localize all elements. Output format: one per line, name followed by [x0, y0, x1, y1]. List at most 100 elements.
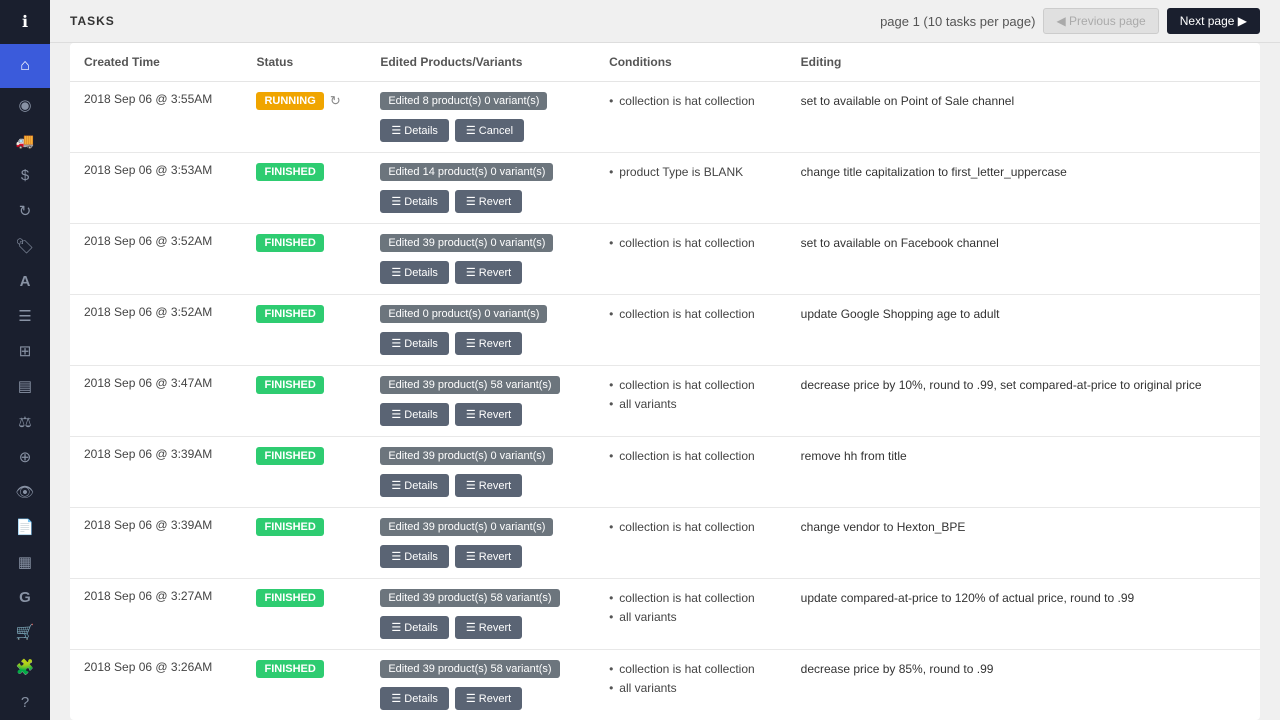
refresh-icon[interactable]: ↻	[330, 93, 341, 109]
details-button[interactable]: ☰ Details	[380, 687, 449, 710]
cell-editing: change title capitalization to first_let…	[787, 153, 1260, 224]
cell-created-time: 2018 Sep 06 @ 3:52AM	[70, 224, 242, 295]
status-badge: FINISHED	[256, 376, 323, 394]
cell-created-time: 2018 Sep 06 @ 3:53AM	[70, 153, 242, 224]
edited-badge: Edited 39 product(s) 0 variant(s)	[380, 518, 553, 536]
cell-conditions: collection is hat collection	[595, 437, 787, 508]
table-row: 2018 Sep 06 @ 3:53AM FINISHED Edited 14 pr…	[70, 153, 1260, 224]
status-badge: FINISHED	[256, 518, 323, 536]
grid-icon[interactable]: ⊞	[0, 334, 50, 369]
status-badge: RUNNING	[256, 92, 323, 110]
cell-editing: set to available on Point of Sale channe…	[787, 82, 1260, 153]
table2-icon[interactable]: ▤	[0, 369, 50, 404]
puzzle-icon[interactable]: 🧩	[0, 650, 50, 685]
table-row: 2018 Sep 06 @ 3:39AM FINISHED Edited 39 pr…	[70, 437, 1260, 508]
revert-button[interactable]: ☰ Revert	[455, 616, 522, 639]
cart-icon[interactable]: 🛒	[0, 615, 50, 650]
table-row: 2018 Sep 06 @ 3:27AMFINISHEDEdited 39 pr…	[70, 579, 1260, 650]
edited-badge: Edited 39 product(s) 58 variant(s)	[380, 376, 559, 394]
revert-button[interactable]: ☰ Revert	[455, 261, 522, 284]
details-button[interactable]: ☰ Details	[380, 119, 449, 142]
rows-icon[interactable]: ▦	[0, 544, 50, 579]
status-badge: FINISHED	[256, 163, 323, 181]
condition-item: all variants	[609, 679, 773, 698]
revert-button[interactable]: ☰ Revert	[455, 687, 522, 710]
cell-conditions: collection is hat collection	[595, 508, 787, 579]
cell-edited: Edited 39 product(s) 0 variant(s)☰ Detai…	[366, 224, 595, 295]
cell-status: FINISHED	[242, 295, 366, 366]
condition-item: collection is hat collection	[609, 92, 773, 111]
status-badge: FINISHED	[256, 589, 323, 607]
list-icon[interactable]: ☰	[0, 299, 50, 334]
pagination-controls: page 1 (10 tasks per page) ◀ Previous pa…	[880, 8, 1260, 34]
info-icon[interactable]: ℹ	[0, 0, 50, 44]
details-button[interactable]: ☰ Details	[380, 190, 449, 213]
status-badge: FINISHED	[256, 234, 323, 252]
tag-icon[interactable]: 🏷	[0, 228, 50, 263]
details-button[interactable]: ☰ Details	[380, 616, 449, 639]
table-row: 2018 Sep 06 @ 3:39AMFINISHEDEdited 39 pr…	[70, 508, 1260, 579]
details-button[interactable]: ☰ Details	[380, 261, 449, 284]
scale-icon[interactable]: ⚖	[0, 404, 50, 439]
cancel-button[interactable]: ☰ Cancel	[455, 119, 524, 142]
condition-item: collection is hat collection	[609, 376, 773, 395]
cell-created-time: 2018 Sep 06 @ 3:39AM	[70, 437, 242, 508]
details-button[interactable]: ☰ Details	[380, 403, 449, 426]
cell-created-time: 2018 Sep 06 @ 3:52AM	[70, 295, 242, 366]
details-button[interactable]: ☰ Details	[380, 545, 449, 568]
circle-icon[interactable]: ◉	[0, 88, 50, 123]
cell-status: FINISHED	[242, 366, 366, 437]
eye-icon[interactable]: 👁	[0, 474, 50, 509]
revert-button[interactable]: ☰ Revert	[455, 403, 522, 426]
pagination-info: page 1 (10 tasks per page)	[880, 14, 1035, 29]
cell-conditions: collection is hat collection	[595, 224, 787, 295]
doc-icon[interactable]: 📄	[0, 509, 50, 544]
font-icon[interactable]: A	[0, 263, 50, 298]
table-row: 2018 Sep 06 @ 3:26AMFINISHEDEdited 39 pr…	[70, 650, 1260, 720]
cell-status: FINISHED	[242, 508, 366, 579]
cell-status: RUNNING ↻	[242, 82, 366, 153]
g-icon[interactable]: G	[0, 580, 50, 615]
sidebar: ℹ ⌂ ◉ 🚚 $ ↻ 🏷 A ☰ ⊞ ▤ ⚖ ⊕ 👁 📄 ▦ G 🛒 🧩 ?	[0, 0, 50, 720]
cell-edited: Edited 14 product(s) 0 variant(s) ☰ Detai…	[366, 153, 595, 224]
condition-item: product Type is BLANK	[609, 163, 773, 182]
cell-edited: Edited 39 product(s) 58 variant(s)☰ Deta…	[366, 579, 595, 650]
cell-editing: decrease price by 85%, round to .99	[787, 650, 1260, 720]
revert-button[interactable]: ☰ Revert	[455, 190, 522, 213]
next-page-button[interactable]: Next page ▶	[1167, 8, 1260, 34]
condition-item: collection is hat collection	[609, 305, 773, 324]
cell-edited: Edited 39 product(s) 0 variant(s) ☰ Detai…	[366, 437, 595, 508]
truck-icon[interactable]: 🚚	[0, 123, 50, 158]
cell-editing: set to available on Facebook channel	[787, 224, 1260, 295]
edited-badge: Edited 39 product(s) 0 variant(s)	[380, 447, 553, 465]
condition-item: collection is hat collection	[609, 589, 773, 608]
table-row: 2018 Sep 06 @ 3:52AM FINISHED Edited 39 pr…	[70, 224, 1260, 295]
tasks-table: Created Time Status Edited Products/Vari…	[70, 43, 1260, 720]
revert-button[interactable]: ☰ Revert	[455, 474, 522, 497]
status-badge: FINISHED	[256, 447, 323, 465]
cell-edited: Edited 39 product(s) 58 variant(s) ☰ Deta…	[366, 366, 595, 437]
cell-editing: remove hh from title	[787, 437, 1260, 508]
condition-item: collection is hat collection	[609, 447, 773, 466]
dollar-icon[interactable]: $	[0, 158, 50, 193]
home-icon[interactable]: ⌂	[0, 44, 50, 88]
revert-button[interactable]: ☰ Revert	[455, 332, 522, 355]
edited-badge: Edited 14 product(s) 0 variant(s)	[380, 163, 553, 181]
table-header-row: Created Time Status Edited Products/Vari…	[70, 43, 1260, 82]
edited-badge: Edited 39 product(s) 58 variant(s)	[380, 660, 559, 678]
nav-icon[interactable]: ⊕	[0, 439, 50, 474]
page-title: TASKS	[70, 14, 115, 28]
details-button[interactable]: ☰ Details	[380, 474, 449, 497]
details-button[interactable]: ☰ Details	[380, 332, 449, 355]
cell-edited: Edited 39 product(s) 58 variant(s) ☰ Deta…	[366, 650, 595, 720]
condition-item: collection is hat collection	[609, 234, 773, 253]
col-created-time: Created Time	[70, 43, 242, 82]
refresh-s-icon[interactable]: ↻	[0, 193, 50, 228]
question-icon[interactable]: ?	[0, 685, 50, 720]
prev-page-button[interactable]: ◀ Previous page	[1043, 8, 1158, 34]
status-badge: FINISHED	[256, 305, 323, 323]
condition-item: all variants	[609, 395, 773, 414]
cell-conditions: collection is hat collectionall variants	[595, 650, 787, 720]
revert-button[interactable]: ☰ Revert	[455, 545, 522, 568]
cell-edited: Edited 8 product(s) 0 variant(s)☰ Detail…	[366, 82, 595, 153]
